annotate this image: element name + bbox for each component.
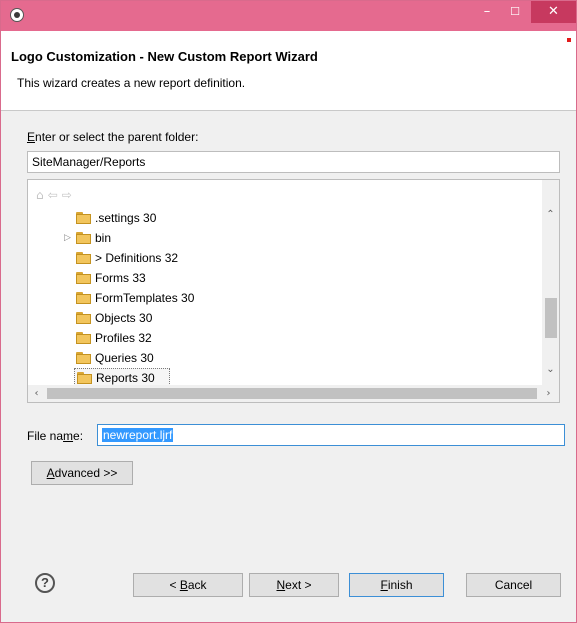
folder-icon: [76, 352, 91, 364]
tree-item[interactable]: Profiles 32: [28, 328, 533, 348]
tree-item[interactable]: Queries 30: [28, 348, 533, 368]
minimize-button[interactable]: –: [474, 1, 500, 23]
parent-folder-label: Enter or select the parent folder:: [27, 130, 198, 144]
tree-item-label: > Definitions 32: [95, 251, 179, 265]
folder-icon: [76, 232, 91, 244]
scroll-up-icon[interactable]: ⌃: [542, 206, 559, 223]
parent-folder-input[interactable]: SiteManager/Reports: [27, 151, 560, 173]
folder-tree[interactable]: ⌂⇦⇨ .settings 30 ▷ bin > Definitions 32 …: [27, 179, 560, 403]
title-bar[interactable]: – ☐ ✕: [1, 1, 576, 31]
file-name-label: File name:: [27, 429, 83, 443]
file-name-label-post: e:: [73, 429, 84, 443]
horizontal-scrollbar[interactable]: ‹ ›: [28, 385, 559, 402]
help-icon[interactable]: ?: [35, 573, 55, 593]
folder-icon: [76, 272, 91, 284]
back-button[interactable]: < Back: [133, 573, 243, 597]
back-label: ack: [187, 578, 207, 592]
file-name-label-pre: File na: [27, 429, 64, 443]
advanced-accel: A: [46, 466, 55, 480]
tree-item[interactable]: Forms 33: [28, 268, 533, 288]
cancel-button[interactable]: Cancel: [466, 573, 561, 597]
scroll-down-icon[interactable]: ⌄: [542, 361, 559, 378]
parent-folder-label-text: nter or select the parent folder:: [35, 130, 199, 144]
tree-nav-toolbar: ⌂⇦⇨: [36, 188, 76, 202]
tree-item-label: FormTemplates 30: [95, 291, 195, 305]
folder-icon: [76, 252, 91, 264]
close-button[interactable]: ✕: [531, 1, 576, 23]
page-title: Logo Customization - New Custom Report W…: [11, 49, 318, 64]
home-icon[interactable]: ⌂: [36, 188, 48, 202]
app-icon: [10, 8, 24, 22]
folder-icon: [77, 372, 92, 384]
tree-item-label: .settings 30: [95, 211, 157, 225]
maximize-button[interactable]: ☐: [502, 1, 528, 23]
tree-item[interactable]: > Definitions 32: [28, 248, 533, 268]
parent-folder-label-accel: E: [27, 130, 36, 144]
tree-item-label: bin: [95, 231, 112, 245]
file-name-value: newreport.ljrf: [102, 428, 174, 442]
scroll-left-icon[interactable]: ‹: [28, 385, 45, 402]
wizard-header: Logo Customization - New Custom Report W…: [1, 31, 576, 111]
tree-item[interactable]: FormTemplates 30: [28, 288, 533, 308]
next-accel: N: [276, 578, 286, 592]
back-accel: B: [179, 578, 188, 592]
next-label: ext >: [285, 578, 312, 592]
scroll-right-icon[interactable]: ›: [540, 385, 557, 402]
horizontal-scroll-thumb[interactable]: [47, 388, 537, 399]
next-button[interactable]: Next >: [249, 573, 339, 597]
tree-item-label: Profiles 32: [95, 331, 152, 345]
file-name-input[interactable]: newreport.ljrf: [97, 424, 565, 446]
tree-item[interactable]: .settings 30: [28, 208, 533, 228]
folder-icon: [76, 332, 91, 344]
error-marker-icon: [567, 38, 571, 42]
parent-folder-value: SiteManager/Reports: [32, 155, 146, 169]
forward-arrow-icon[interactable]: ⇨: [62, 188, 76, 202]
expand-icon[interactable]: ▷: [64, 228, 74, 248]
tree-item-label: Objects 30: [95, 311, 153, 325]
folder-icon: [76, 292, 91, 304]
file-name-label-accel: m: [63, 429, 74, 443]
advanced-button[interactable]: Advanced >>: [31, 461, 133, 485]
vertical-scroll-thumb[interactable]: [545, 298, 557, 338]
wizard-window: – ☐ ✕ Logo Customization - New Custom Re…: [0, 0, 577, 623]
finish-accel: F: [380, 578, 388, 592]
vertical-scrollbar[interactable]: ⌃ ⌄: [542, 180, 559, 386]
page-description: This wizard creates a new report definit…: [17, 76, 246, 90]
folder-icon: [76, 212, 91, 224]
back-prefix: <: [169, 578, 180, 592]
back-arrow-icon[interactable]: ⇦: [48, 188, 62, 202]
tree-item-label: Forms 33: [95, 271, 146, 285]
tree-item[interactable]: ▷ bin: [28, 228, 533, 248]
finish-button[interactable]: Finish: [349, 573, 444, 597]
folder-icon: [76, 312, 91, 324]
finish-label: inish: [387, 578, 413, 592]
tree-item-label: Queries 30: [95, 351, 154, 365]
tree-item[interactable]: Objects 30: [28, 308, 533, 328]
advanced-label: dvanced >>: [54, 466, 118, 480]
